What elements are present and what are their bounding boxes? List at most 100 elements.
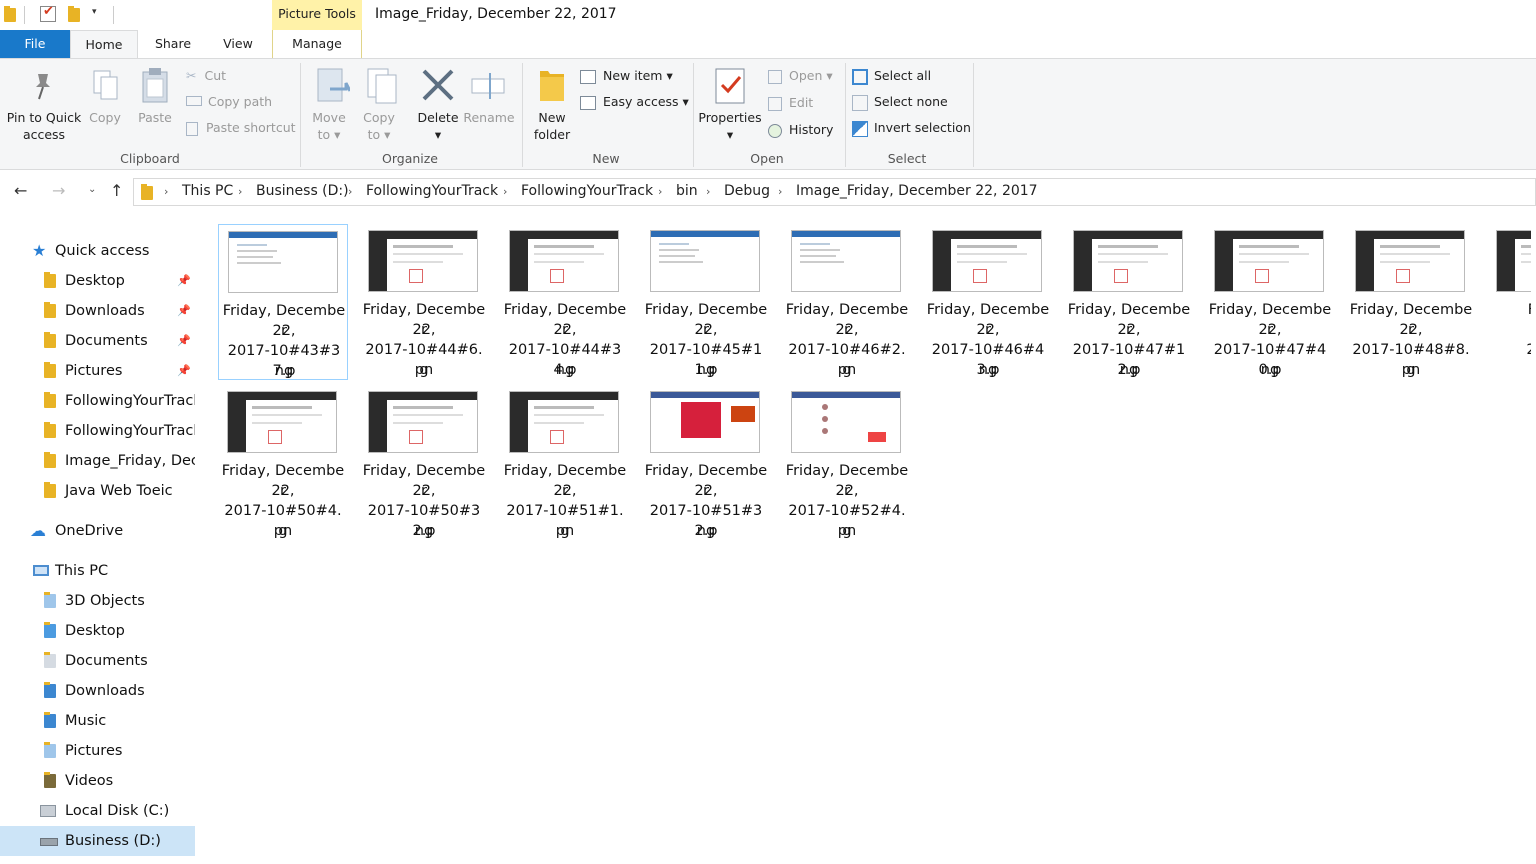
tab-view[interactable]: View xyxy=(210,30,266,58)
open-button[interactable]: Open ▾ xyxy=(768,65,833,87)
file-item[interactable]: Friday, December 22, 2017-10#47#40.p ng xyxy=(1205,224,1335,380)
copy-path-icon xyxy=(186,96,202,106)
breadcrumb-this-pc[interactable]: This PC xyxy=(182,183,233,199)
file-item[interactable]: Friday, December 22, 2017-10#45#11.p ng xyxy=(641,224,771,380)
breadcrumb-followingyourtrack[interactable]: FollowingYourTrack xyxy=(366,183,498,199)
file-item[interactable]: Friday, December 22, 2017-10#46#2.pn g xyxy=(782,224,912,380)
nav-quick-documents[interactable]: Documents 📌 xyxy=(0,326,195,356)
nav-pc-desktop[interactable]: Desktop xyxy=(0,616,195,646)
address-field[interactable]: › This PC › Business (D:) › FollowingYou… xyxy=(133,178,1536,206)
breadcrumb-debug[interactable]: Debug xyxy=(724,183,770,199)
pin-icon[interactable]: 📌 xyxy=(177,356,191,386)
properties-icon xyxy=(714,67,746,105)
easy-access-button[interactable]: Easy access ▾ xyxy=(580,91,689,113)
nav-quick-access[interactable]: ★ Quick access xyxy=(0,236,195,266)
file-name: Friday, December 22, 2017-10#44#6.pn g xyxy=(362,302,486,378)
move-to-button[interactable]: Move to ▾ xyxy=(306,109,352,143)
breadcrumb-bin[interactable]: bin xyxy=(676,183,698,199)
nav-quick-downloads[interactable]: Downloads 📌 xyxy=(0,296,195,326)
file-item[interactable]: Friday,2017-1 xyxy=(1487,224,1531,380)
forward-arrow-icon[interactable]: → xyxy=(52,181,65,200)
navigation-pane: ★ Quick access Desktop 📌 Downloads 📌 Docum… xyxy=(0,232,197,864)
history-button[interactable]: History xyxy=(768,119,833,141)
new-item-button[interactable]: New item ▾ xyxy=(580,65,673,87)
nav-quick-desktop[interactable]: Desktop 📌 xyxy=(0,266,195,296)
nav-pc-music[interactable]: Music xyxy=(0,706,195,736)
breadcrumb-current-folder[interactable]: Image_Friday, December 22, 2017 xyxy=(796,183,1038,199)
properties-button[interactable]: Properties ▾ xyxy=(696,109,764,143)
tab-home[interactable]: Home xyxy=(70,30,138,59)
file-item[interactable]: Friday, December 22, 2017-10#47#12.p ng xyxy=(1064,224,1194,380)
paste-button[interactable]: Paste xyxy=(132,109,178,126)
image-thumbnail xyxy=(1355,230,1465,292)
tab-share[interactable]: Share xyxy=(143,30,203,58)
pin-to-quick-access-button[interactable]: Pin to Quick access xyxy=(4,109,84,143)
recent-locations-icon[interactable]: ⌄ xyxy=(88,184,96,195)
properties-qa-icon[interactable]: ✔ xyxy=(40,4,56,22)
file-name: Friday, December 22, 2017-10#46#43.p ng xyxy=(926,302,1050,378)
customize-qa-icon[interactable]: ▾ xyxy=(92,7,97,17)
file-item[interactable]: Friday, December 22, 2017-10#51#1.pn g xyxy=(500,385,630,541)
select-all-button[interactable]: Select all xyxy=(852,65,931,87)
pin-icon[interactable]: 📌 xyxy=(177,326,191,356)
paste-icon xyxy=(140,67,170,103)
nav-pc-documents[interactable]: Documents xyxy=(0,646,195,676)
nav-quick-java-web-toeic[interactable]: Java Web Toeic xyxy=(0,476,195,506)
file-item[interactable]: Friday, December 22, 2017-10#44#6.pn g xyxy=(359,224,489,380)
nav-quick-image-friday[interactable]: Image_Friday, Dece xyxy=(0,446,195,476)
file-item[interactable]: Friday, December 22, 2017-10#50#32.p ng xyxy=(359,385,489,541)
nav-this-pc[interactable]: This PC xyxy=(0,556,195,586)
copy-path-button[interactable]: Copy path xyxy=(186,91,272,113)
cut-button[interactable]: ✂ Cut xyxy=(186,65,226,87)
nav-quick-followingyourtrack[interactable]: FollowingYourTrack xyxy=(0,386,195,416)
breadcrumb-business-d[interactable]: Business (D:) xyxy=(256,183,349,199)
copy-to-button[interactable]: Copy to ▾ xyxy=(356,109,402,143)
nav-pc-downloads[interactable]: Downloads xyxy=(0,676,195,706)
paste-shortcut-button[interactable]: Paste shortcut xyxy=(186,117,296,139)
nav-pc-local-disk-c[interactable]: Local Disk (C:) xyxy=(0,796,195,826)
file-name: Friday, December 22, 2017-10#47#40.p ng xyxy=(1208,302,1332,378)
pin-icon[interactable]: 📌 xyxy=(177,266,191,296)
select-none-button[interactable]: Select none xyxy=(852,91,948,113)
nav-onedrive[interactable]: ☁ OneDrive xyxy=(0,516,195,546)
image-thumbnail xyxy=(650,391,760,453)
file-item[interactable]: Friday, December 22, 2017-10#44#34.p ng xyxy=(500,224,630,380)
folder-icon xyxy=(44,452,56,468)
pictures-icon xyxy=(44,742,56,758)
pin-icon[interactable]: 📌 xyxy=(177,296,191,326)
file-name: Friday, December 22, 2017-10#50#4.pn g xyxy=(221,463,345,539)
edit-button[interactable]: Edit xyxy=(768,92,813,114)
image-thumbnail xyxy=(368,230,478,292)
image-thumbnail xyxy=(228,231,338,293)
tab-manage[interactable]: Manage xyxy=(272,30,362,58)
back-arrow-icon[interactable]: ← xyxy=(14,181,27,200)
nav-pc-videos[interactable]: Videos xyxy=(0,766,195,796)
nav-pc-business-d[interactable]: Business (D:) xyxy=(0,826,195,856)
file-item[interactable]: Friday, December 22, 2017-10#52#4.pn g xyxy=(782,385,912,541)
folder-icon xyxy=(44,392,56,408)
organize-group-label: Organize xyxy=(382,151,438,166)
new-folder-button[interactable]: New folder xyxy=(530,109,574,143)
rename-button[interactable]: Rename xyxy=(462,109,516,126)
file-item[interactable]: Friday, December 22, 2017-10#50#4.pn g xyxy=(218,385,348,541)
image-thumbnail xyxy=(368,391,478,453)
image-thumbnail xyxy=(791,230,901,292)
copy-button[interactable]: Copy xyxy=(84,109,126,126)
file-item[interactable]: Friday, December 22, 2017-10#43#37.p ng xyxy=(218,224,348,380)
nav-quick-followingyourtrack-2[interactable]: FollowingYourTrack xyxy=(0,416,195,446)
invert-selection-button[interactable]: Invert selection xyxy=(852,117,971,139)
folder-icon xyxy=(44,422,56,438)
new-folder-qa-icon[interactable] xyxy=(68,6,80,22)
tab-file[interactable]: File xyxy=(0,30,70,58)
breadcrumb-followingyourtrack-2[interactable]: FollowingYourTrack xyxy=(521,183,653,199)
file-item[interactable]: Friday, December 22, 2017-10#46#43.p ng xyxy=(923,224,1053,380)
up-arrow-icon[interactable]: ↑ xyxy=(110,181,123,200)
delete-button[interactable]: Delete ▾ xyxy=(412,109,464,143)
file-item[interactable]: Friday, December 22, 2017-10#51#32.p ng xyxy=(641,385,771,541)
nav-pc-pictures[interactable]: Pictures xyxy=(0,736,195,766)
open-group-label: Open xyxy=(750,151,784,166)
nav-pc-3d-objects[interactable]: 3D Objects xyxy=(0,586,195,616)
image-thumbnail xyxy=(1073,230,1183,292)
nav-quick-pictures[interactable]: Pictures 📌 xyxy=(0,356,195,386)
file-item[interactable]: Friday, December 22, 2017-10#48#8.pn g xyxy=(1346,224,1476,380)
